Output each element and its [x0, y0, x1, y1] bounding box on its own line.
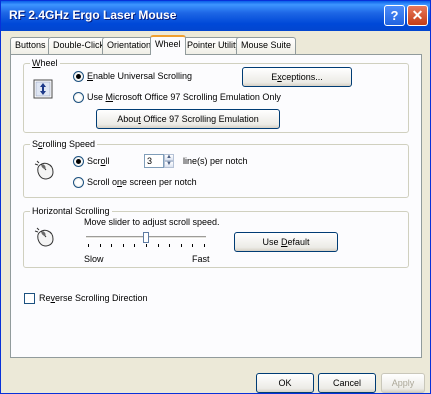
scroll-lines-label[interactable]: Scroll	[87, 156, 110, 166]
slider-tick	[88, 244, 89, 247]
scroll-lines-radio[interactable]	[73, 156, 84, 167]
exceptions-button[interactable]: Exceptions...	[242, 67, 352, 87]
slider-tick	[204, 244, 205, 247]
about-office-97-button[interactable]: About Office 97 Scrolling Emulation	[96, 109, 280, 129]
office-97-emulation-radio[interactable]	[73, 92, 84, 103]
scroll-arrows-icon	[32, 78, 54, 100]
tab-wheel[interactable]: Wheel	[150, 35, 186, 55]
scrolling-speed-group-title: Scrolling Speed	[30, 139, 98, 149]
horizontal-speed-slider-thumb[interactable]	[143, 232, 149, 243]
slider-tick	[122, 244, 124, 247]
wheel-group: Wheel Enable Universal Scrolling Excepti…	[23, 58, 409, 133]
wheel-group-title: Wheel	[30, 58, 60, 68]
scrolling-speed-group: Scrolling Speed Scroll 3 ▲ ▼ line(s) per…	[23, 139, 409, 198]
tab-orientation[interactable]: Orientation	[102, 37, 157, 54]
window-title: RF 2.4GHz Ergo Laser Mouse	[9, 8, 177, 22]
mouse-wheel-icon	[34, 224, 58, 250]
mouse-wheel-icon	[34, 157, 58, 183]
close-button[interactable]: ✕	[407, 5, 428, 26]
slider-tick	[180, 244, 182, 247]
slow-label: Slow	[84, 254, 104, 264]
tab-double-click[interactable]: Double-Click	[48, 37, 110, 54]
slider-tick	[111, 244, 113, 247]
fast-label: Fast	[192, 254, 210, 264]
title-bar[interactable]: RF 2.4GHz Ergo Laser Mouse ? ✕	[1, 1, 430, 31]
horizontal-scrolling-group: Horizontal Scrolling Move slider to adju…	[23, 206, 409, 268]
help-button[interactable]: ?	[384, 5, 405, 26]
spinner-down-icon[interactable]: ▼	[164, 161, 174, 168]
tab-buttons[interactable]: Buttons	[10, 37, 51, 54]
lines-per-notch-label: line(s) per notch	[183, 156, 248, 166]
apply-button: Apply	[381, 373, 425, 393]
horizontal-scrolling-group-title: Horizontal Scrolling	[30, 206, 112, 216]
slider-tick	[192, 244, 194, 247]
enable-universal-scrolling-label[interactable]: Enable Universal Scrolling	[87, 71, 192, 81]
tab-mouse-suite[interactable]: Mouse Suite	[236, 37, 297, 54]
use-default-button[interactable]: Use Default	[234, 232, 338, 252]
slider-tick	[169, 244, 171, 247]
horizontal-scroll-instruction: Move slider to adjust scroll speed.	[84, 217, 220, 227]
slider-tick	[146, 244, 147, 247]
slider-tick	[99, 244, 101, 247]
cancel-button[interactable]: Cancel	[318, 373, 376, 393]
lines-per-notch-spinner[interactable]: ▲ ▼	[164, 154, 174, 168]
slider-tick	[157, 244, 159, 247]
spinner-up-icon[interactable]: ▲	[164, 154, 174, 161]
scroll-one-screen-label[interactable]: Scroll one screen per notch	[87, 177, 197, 187]
slider-tick	[134, 244, 136, 247]
lines-per-notch-input[interactable]: 3	[144, 154, 164, 168]
reverse-scrolling-checkbox[interactable]	[24, 293, 35, 304]
reverse-scrolling-label[interactable]: Reverse Scrolling Direction	[39, 293, 148, 303]
ok-button[interactable]: OK	[256, 373, 314, 393]
office-97-emulation-label[interactable]: Use Microsoft Office 97 Scrolling Emulat…	[87, 92, 281, 102]
mouse-properties-window: RF 2.4GHz Ergo Laser Mouse ? ✕ Buttons D…	[0, 0, 431, 394]
enable-universal-scrolling-radio[interactable]	[73, 71, 84, 82]
scroll-one-screen-radio[interactable]	[73, 177, 84, 188]
